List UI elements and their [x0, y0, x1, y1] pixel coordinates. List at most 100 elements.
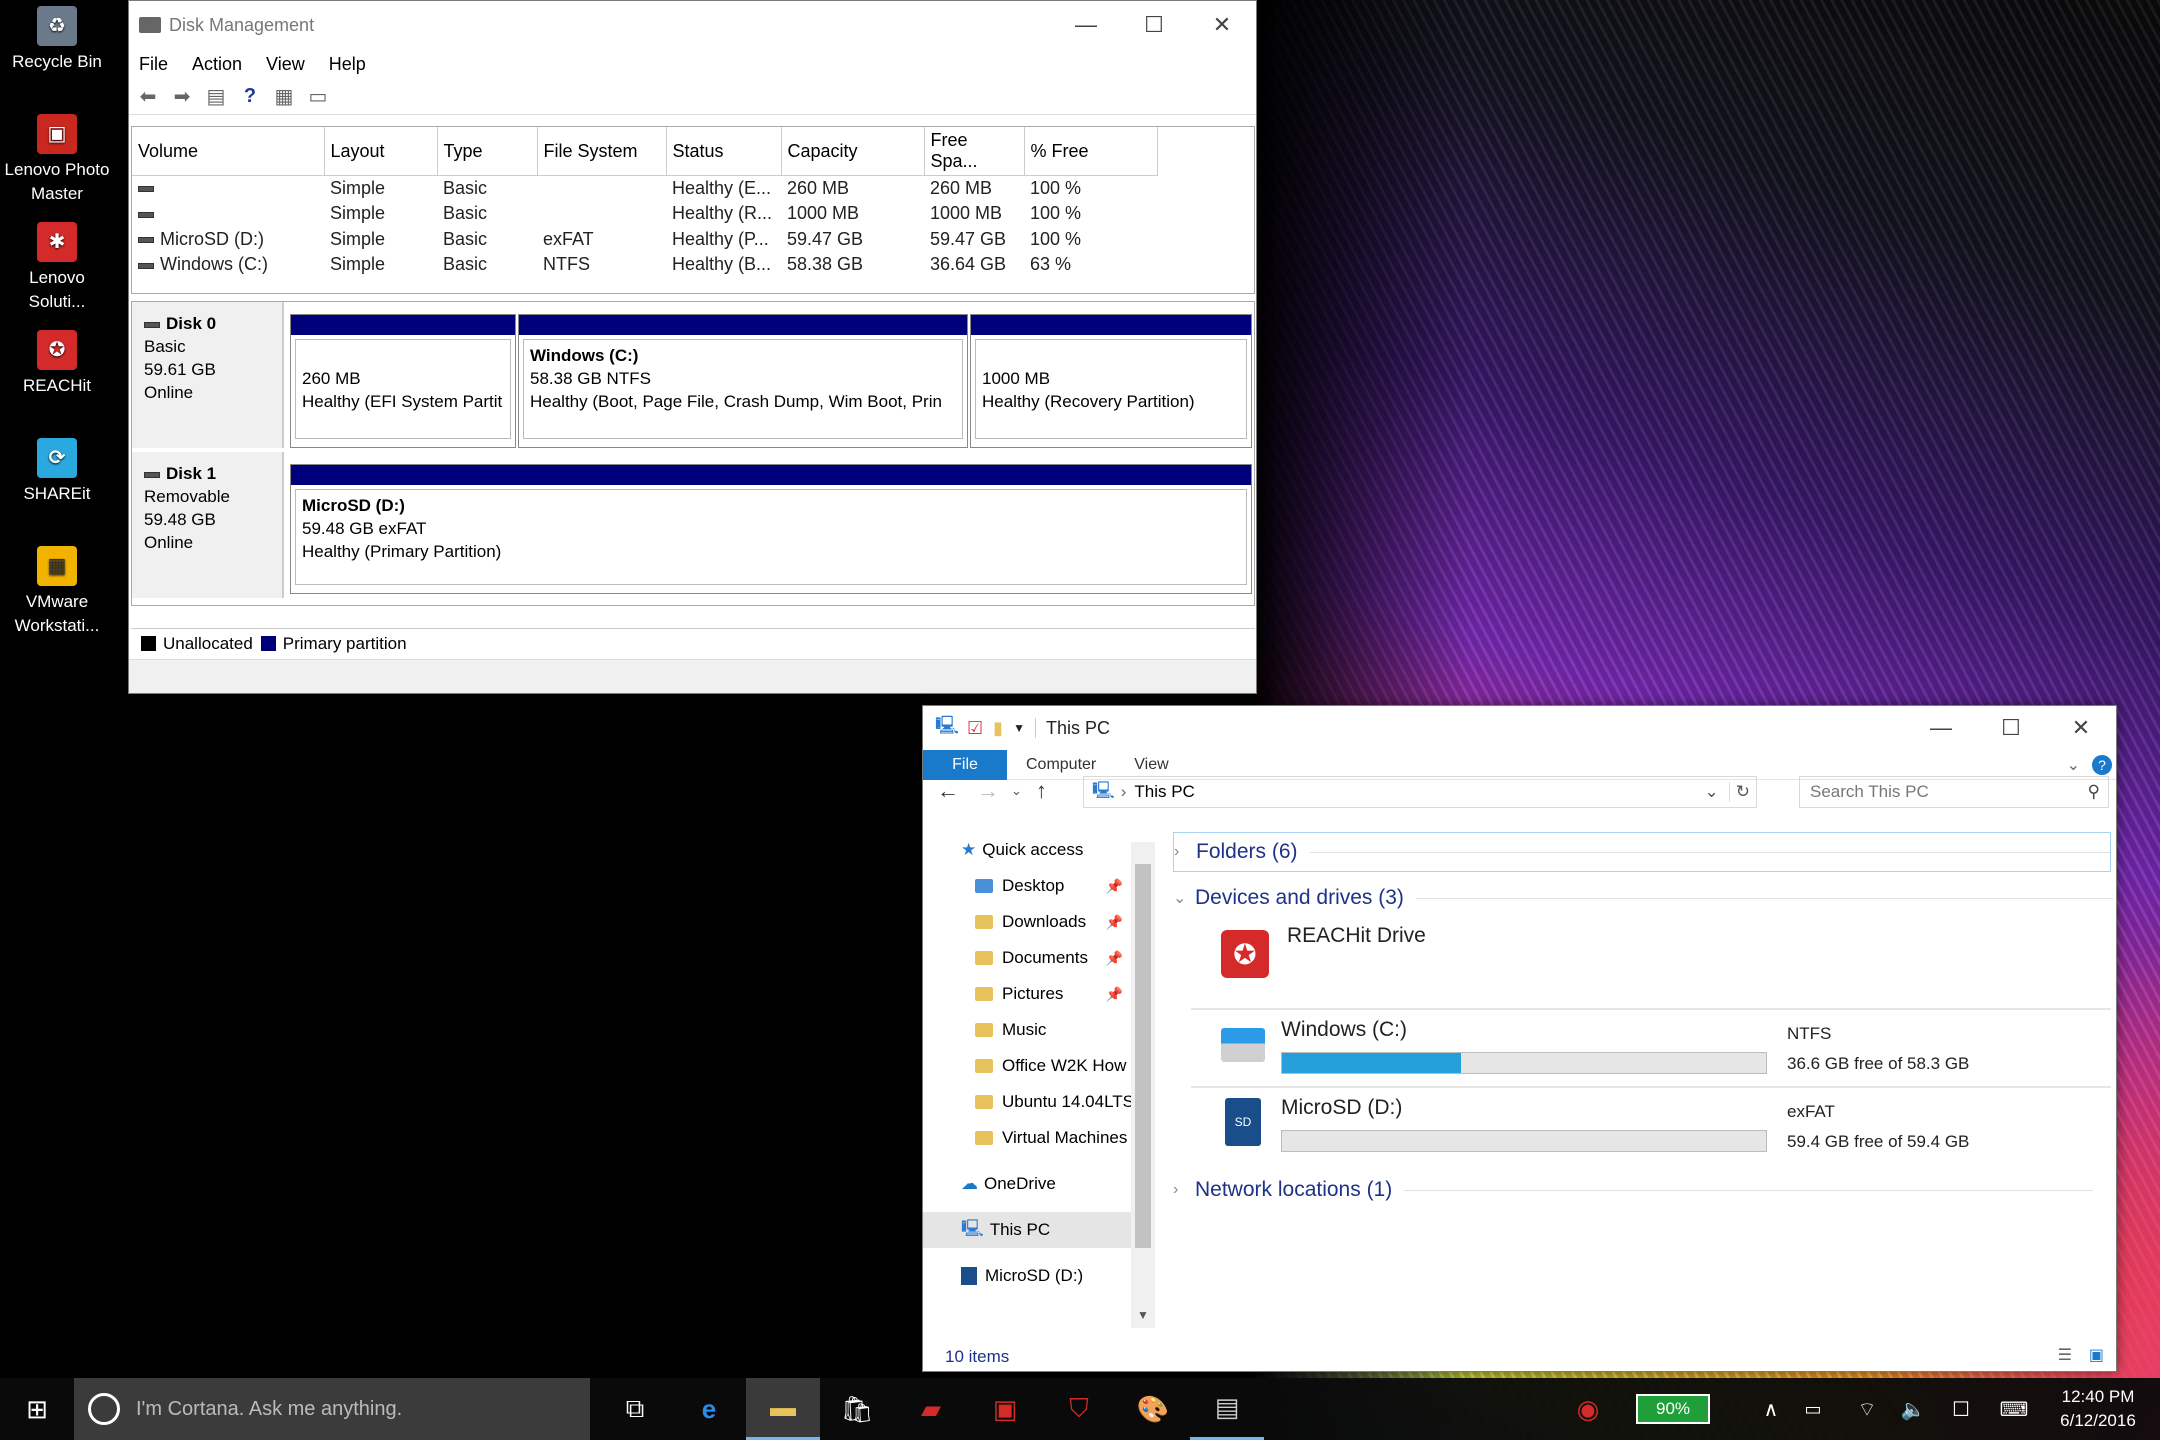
- help-icon[interactable]: ?: [237, 85, 263, 109]
- back-arrow-icon[interactable]: ⬅: [135, 85, 161, 109]
- paint-icon[interactable]: 🎨: [1116, 1378, 1190, 1440]
- close-button[interactable]: ✕: [1188, 1, 1256, 49]
- refresh-icon[interactable]: ↻: [1728, 782, 1756, 802]
- partition-windows-c[interactable]: Windows (C:) 58.38 GB NTFS Healthy (Boot, …: [518, 314, 968, 448]
- nav-scrollbar[interactable]: ▼: [1131, 842, 1155, 1328]
- expand-ribbon-icon[interactable]: ⌄: [2067, 755, 2080, 775]
- nav-item-downloads[interactable]: Downloads 📌: [923, 904, 1131, 940]
- drive-windows-c[interactable]: Windows (C:) NTFS 36.6 GB free of 58.3 G…: [1191, 1008, 2111, 1084]
- volume-icon[interactable]: 🔈: [1896, 1378, 1930, 1440]
- maximize-button[interactable]: ☐: [1976, 706, 2046, 750]
- photo-master-icon: ▣: [37, 114, 77, 154]
- tab-view[interactable]: View: [1115, 750, 1187, 780]
- menu-help[interactable]: Help: [329, 54, 366, 75]
- task-view-icon[interactable]: ⧉: [598, 1378, 672, 1440]
- address-dropdown-icon[interactable]: ⌄: [1705, 782, 1719, 802]
- group-folders[interactable]: › Folders (6): [1173, 832, 2111, 872]
- nav-item-pictures[interactable]: Pictures 📌: [923, 976, 1131, 1012]
- nav-item-desktop[interactable]: Desktop 📌: [923, 868, 1131, 904]
- customize-quick-access-icon[interactable]: ▼: [1013, 721, 1025, 735]
- address-bar[interactable]: 🖳 › This PC ⌄ ↻: [1083, 776, 1757, 808]
- large-icons-view-icon[interactable]: ▣: [2089, 1345, 2104, 1365]
- menu-view[interactable]: View: [266, 54, 305, 75]
- up-icon[interactable]: ↑: [1036, 778, 1047, 804]
- drive-reachit[interactable]: ✪ REACHit Drive: [1173, 922, 2093, 992]
- menu-action[interactable]: Action: [192, 54, 242, 75]
- new-folder-quick-icon[interactable]: ▮: [993, 718, 1003, 739]
- reader-icon[interactable]: ▰: [894, 1378, 968, 1440]
- recent-locations-icon[interactable]: ⌄: [1011, 783, 1022, 799]
- column-header-status[interactable]: Status: [666, 127, 782, 176]
- nav-quick-access[interactable]: ★ Quick access: [923, 832, 1131, 868]
- minimize-button[interactable]: —: [1906, 706, 1976, 750]
- maximize-button[interactable]: ☐: [1120, 1, 1188, 49]
- show-hidden-icons-chevron-icon[interactable]: ∧: [1754, 1378, 1788, 1440]
- minimize-button[interactable]: —: [1052, 1, 1120, 49]
- battery-icon[interactable]: ▭: [1796, 1378, 1830, 1440]
- disk-management-taskbar-icon[interactable]: ▤: [1190, 1378, 1264, 1440]
- details-view-icon[interactable]: ☰: [2058, 1345, 2072, 1365]
- edge-icon[interactable]: e: [672, 1378, 746, 1440]
- group-network-locations[interactable]: › Network locations (1): [1173, 1170, 2093, 1210]
- mcafee-icon[interactable]: ⛉: [1042, 1378, 1116, 1440]
- nav-item-documents[interactable]: Documents 📌: [923, 940, 1131, 976]
- column-header-capacity[interactable]: Capacity: [781, 127, 925, 176]
- search-input[interactable]: Search This PC ⚲: [1799, 776, 2109, 808]
- column-header-file-system[interactable]: File System: [537, 127, 667, 176]
- touch-keyboard-icon[interactable]: ⌨: [1994, 1378, 2034, 1440]
- desktop-icon-lenovo-solutions[interactable]: ✱ Lenovo Soluti...: [0, 222, 114, 314]
- console-tree-icon[interactable]: ▤: [203, 85, 229, 109]
- nav-this-pc[interactable]: 🖳 This PC: [923, 1212, 1131, 1248]
- clock[interactable]: 12:40 PM 6/12/2016: [2044, 1378, 2152, 1440]
- wifi-icon[interactable]: ⌔: [1850, 1378, 1884, 1440]
- column-header-layout[interactable]: Layout: [324, 127, 438, 176]
- properties-icon[interactable]: ▭: [305, 85, 331, 109]
- battery-badge[interactable]: 90%: [1632, 1378, 1714, 1440]
- partition-recovery[interactable]: 1000 MB Healthy (Recovery Partition): [970, 314, 1252, 448]
- view-icon[interactable]: ▦: [271, 85, 297, 109]
- nav-label: This PC: [989, 1220, 1051, 1239]
- nav-item-office-w2k-how[interactable]: Office W2K How: [923, 1048, 1131, 1084]
- forward-icon[interactable]: →: [977, 778, 999, 804]
- disk-1-label[interactable]: Disk 1 Removable 59.48 GB Online: [132, 452, 284, 598]
- table-row[interactable]: Simple Basic Healthy (E... 260 MB 260 MB…: [132, 176, 1157, 202]
- group-devices-and-drives[interactable]: ⌄ Devices and drives (3): [1173, 878, 2113, 918]
- scroll-down-icon[interactable]: ▼: [1131, 1308, 1155, 1328]
- start-button[interactable]: ⊞: [0, 1378, 74, 1440]
- cortana-search-box[interactable]: I'm Cortana. Ask me anything.: [74, 1378, 590, 1440]
- drive-microsd-d[interactable]: SD MicroSD (D:) exFAT 59.4 GB free of 59…: [1191, 1086, 2111, 1162]
- nav-item-virtual-machines[interactable]: Virtual Machines: [923, 1120, 1131, 1156]
- column-header-volume[interactable]: Volume: [132, 127, 325, 176]
- disk-0-label[interactable]: Disk 0 Basic 59.61 GB Online: [132, 302, 284, 448]
- column-header-free-space[interactable]: Free Spa...: [924, 127, 1025, 176]
- table-row[interactable]: Windows (C:) Simple Basic NTFS Healthy (…: [132, 252, 1157, 278]
- column-header-percent-free[interactable]: % Free: [1024, 127, 1158, 176]
- desktop-icon-shareit[interactable]: ⟳ SHAREit: [0, 438, 114, 506]
- partition-efi[interactable]: 260 MB Healthy (EFI System Partit: [290, 314, 516, 448]
- table-row[interactable]: Simple Basic Healthy (R... 1000 MB 1000 …: [132, 201, 1157, 227]
- close-button[interactable]: ✕: [2046, 706, 2116, 750]
- partition-name: [982, 344, 1240, 367]
- desktop-icon-reachit[interactable]: ✪ REACHit: [0, 330, 114, 398]
- forward-arrow-icon[interactable]: ➡: [169, 85, 195, 109]
- reachit-tray-icon[interactable]: ◉: [1566, 1378, 1610, 1440]
- back-icon[interactable]: ←: [937, 778, 959, 804]
- action-center-icon[interactable]: ☐: [1944, 1378, 1978, 1440]
- menu-file[interactable]: File: [139, 54, 168, 75]
- desktop-icon-vmware[interactable]: ▦ VMware Workstati...: [0, 546, 114, 638]
- store-icon[interactable]: 🛍: [820, 1378, 894, 1440]
- help-icon[interactable]: ?: [2092, 754, 2112, 775]
- desktop-icon-recycle-bin[interactable]: ♻ Recycle Bin: [0, 6, 114, 74]
- nav-item-music[interactable]: Music: [923, 1012, 1131, 1048]
- nav-microsd[interactable]: MicroSD (D:): [923, 1258, 1131, 1294]
- column-header-type[interactable]: Type: [437, 127, 538, 176]
- table-row[interactable]: MicroSD (D:) Simple Basic exFAT Healthy …: [132, 227, 1157, 253]
- nav-onedrive[interactable]: ☁ OneDrive: [923, 1166, 1131, 1202]
- partition-microsd-d[interactable]: MicroSD (D:) 59.48 GB exFAT Healthy (Prima…: [290, 464, 1252, 594]
- photo-master-taskbar-icon[interactable]: ▣: [968, 1378, 1042, 1440]
- nav-item-ubuntu[interactable]: Ubuntu 14.04LTS: [923, 1084, 1131, 1120]
- scrollbar-thumb[interactable]: [1135, 864, 1151, 1248]
- properties-quick-icon[interactable]: ☑: [967, 718, 983, 739]
- file-explorer-icon[interactable]: ▬: [746, 1378, 820, 1440]
- desktop-icon-lenovo-photo-master[interactable]: ▣ Lenovo Photo Master: [0, 114, 114, 206]
